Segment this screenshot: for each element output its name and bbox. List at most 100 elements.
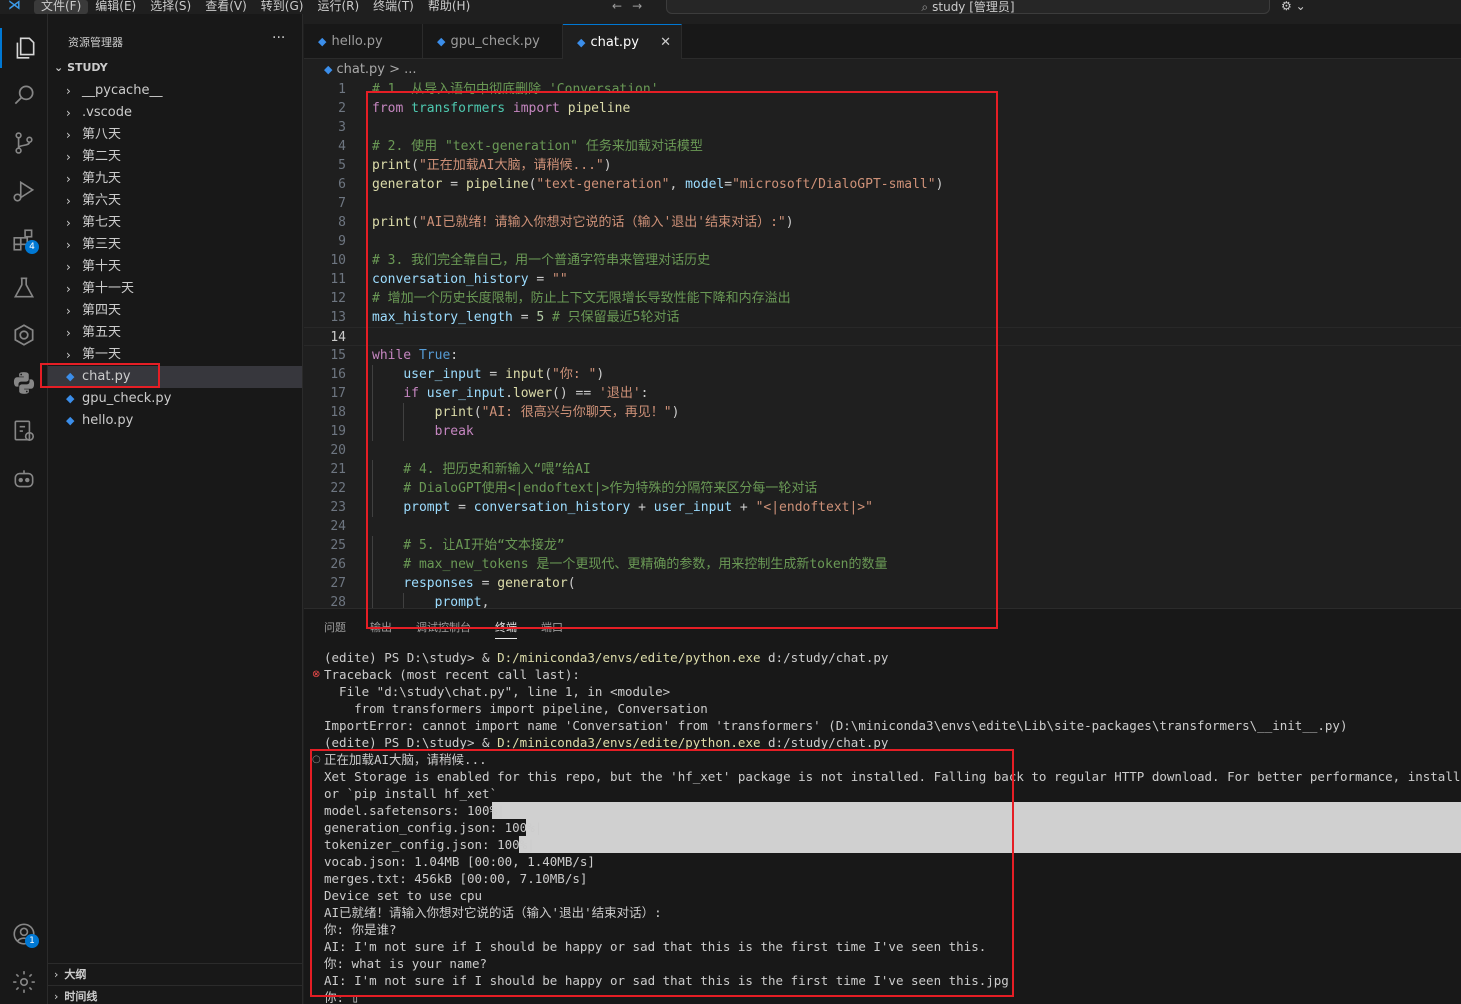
folder-label: 第二天 <box>82 149 122 164</box>
tab-label: chat.py <box>590 35 639 50</box>
folder-item[interactable]: › 第六天 <box>48 190 302 212</box>
chevron-right-icon: › <box>66 216 71 230</box>
panel-tab[interactable]: 问题 <box>324 619 346 639</box>
folder-label: 第五天 <box>82 325 122 340</box>
explorer-title: 资源管理器 <box>68 36 123 49</box>
line-number: 6 <box>338 177 346 192</box>
menu-item[interactable]: 选择(S) <box>143 0 198 14</box>
line-number: 18 <box>330 405 346 420</box>
activity-bar: 4 1 <box>0 14 48 1004</box>
settings-sync-icon[interactable] <box>0 411 48 451</box>
folder-item[interactable]: › 第五天 <box>48 322 302 344</box>
menu-item[interactable]: 帮助(H) <box>421 0 477 14</box>
chevron-right-icon: › <box>66 150 71 164</box>
source-control-icon[interactable] <box>0 123 48 163</box>
run-debug-icon[interactable] <box>0 171 48 211</box>
tab-chat-py[interactable]: ◆ chat.py ✕ <box>563 24 682 59</box>
remote-explorer-icon[interactable] <box>0 315 48 355</box>
forward-arrow-icon[interactable]: → <box>632 0 642 13</box>
timeline-section[interactable]: › 时间线 <box>48 985 302 1004</box>
breadcrumb-rest[interactable]: > ... <box>385 62 416 77</box>
line-number: 28 <box>330 595 346 608</box>
more-actions-icon[interactable]: ··· <box>272 30 285 46</box>
tab-hello-py[interactable]: ◆ hello.py <box>304 24 423 59</box>
folder-item[interactable]: › 第七天 <box>48 212 302 234</box>
extensions-icon[interactable]: 4 <box>0 220 48 260</box>
folder-item[interactable]: › __pycache__ <box>48 80 302 102</box>
python-file-icon: ◆ <box>437 35 446 48</box>
copilot-icon[interactable] <box>0 459 48 499</box>
line-number: 1 <box>338 82 346 97</box>
accounts-dropdown[interactable]: ⚙ ⌄ <box>1281 0 1306 12</box>
tab-gpu-check-py[interactable]: ◆ gpu_check.py <box>423 24 563 59</box>
folder-item[interactable]: › 第二天 <box>48 146 302 168</box>
folder-label: 第七天 <box>82 215 122 230</box>
chevron-right-icon: › <box>66 106 71 120</box>
breadcrumb-file[interactable]: chat.py <box>336 62 385 77</box>
folder-item[interactable]: › 第九天 <box>48 168 302 190</box>
chevron-right-icon: › <box>66 238 71 252</box>
file-item[interactable]: ◆ hello.py <box>48 410 302 432</box>
folder-item[interactable]: › 第十一天 <box>48 278 302 300</box>
chevron-down-icon: ⌄ <box>54 61 64 74</box>
terminal-line: ImportError: cannot import name 'Convers… <box>324 718 1348 733</box>
explorer-icon[interactable] <box>0 28 48 68</box>
folder-item[interactable]: › 第四天 <box>48 300 302 322</box>
command-center[interactable]: ⌕ study [管理员] <box>666 0 1270 14</box>
menu-item[interactable]: 文件(F) <box>34 0 89 14</box>
menu-bar: 文件(F) 编辑(E) 选择(S) 查看(V) 转到(G) 运行(R) 终端(T) 帮助(H) <box>34 0 477 14</box>
folder-label: 第九天 <box>82 171 122 186</box>
folder-label: .vscode <box>82 105 132 120</box>
tab-label: hello.py <box>331 34 383 49</box>
menu-item[interactable]: 转到(G) <box>254 0 311 14</box>
annotation-box-chat-file <box>40 363 160 388</box>
chevron-right-icon: › <box>66 194 71 208</box>
line-number: 11 <box>330 272 346 287</box>
terminal-line: from transformers import pipeline, Conve… <box>324 701 708 716</box>
line-number: 13 <box>330 310 346 325</box>
accounts-icon[interactable]: 1 <box>0 914 48 954</box>
line-number: 24 <box>330 519 346 534</box>
error-decoration-icon[interactable]: ⊗ <box>312 666 320 683</box>
close-icon[interactable]: ✕ <box>660 25 671 60</box>
folder-item[interactable]: › 第十天 <box>48 256 302 278</box>
line-number: 26 <box>330 557 346 572</box>
line-number: 12 <box>330 291 346 306</box>
outline-section[interactable]: › 大纲 <box>48 963 302 985</box>
folder-label: 第三天 <box>82 237 122 252</box>
menu-item[interactable]: 运行(R) <box>310 0 366 14</box>
manage-gear-icon[interactable] <box>0 962 48 1002</box>
explorer-sidebar: 资源管理器 ··· ⌄ STUDY › __pycache__ › .vscode › 第… <box>48 14 303 1004</box>
python-file-icon: ◆ <box>66 392 75 405</box>
line-number: 23 <box>330 500 346 515</box>
chevron-right-icon: › <box>66 304 71 318</box>
folder-item[interactable]: › .vscode <box>48 102 302 124</box>
search-icon[interactable] <box>0 75 48 115</box>
menu-item[interactable]: 查看(V) <box>198 0 254 14</box>
workspace-root-label: STUDY <box>67 61 108 74</box>
chevron-right-icon: › <box>54 968 59 981</box>
line-number: 7 <box>338 196 346 211</box>
python-file-icon: ◆ <box>324 63 333 76</box>
folder-label: 第四天 <box>82 303 122 318</box>
folder-item[interactable]: › 第三天 <box>48 234 302 256</box>
menu-item[interactable]: 终端(T) <box>366 0 421 14</box>
annotation-box-code <box>366 91 998 629</box>
file-item[interactable]: ◆ gpu_check.py <box>48 388 302 410</box>
workspace-root[interactable]: ⌄ STUDY <box>54 61 108 74</box>
python-file-icon: ◆ <box>318 35 327 48</box>
line-number: 20 <box>330 443 346 458</box>
folder-item[interactable]: › 第八天 <box>48 124 302 146</box>
terminal-line: (edite) PS D:\study> & D:/miniconda3/env… <box>324 650 889 665</box>
file-label: gpu_check.py <box>82 391 172 406</box>
chevron-right-icon: › <box>66 326 71 340</box>
accounts-badge: 1 <box>25 934 39 948</box>
folder-label: __pycache__ <box>82 83 163 98</box>
menu-item[interactable]: 编辑(E) <box>88 0 143 14</box>
testing-icon[interactable] <box>0 268 48 308</box>
line-number: 10 <box>330 253 346 268</box>
vscode-logo-icon: ⋊ <box>8 0 21 13</box>
line-number: 14 <box>330 330 346 345</box>
back-arrow-icon[interactable]: ← <box>612 0 622 13</box>
folder-label: 第十天 <box>82 259 122 274</box>
